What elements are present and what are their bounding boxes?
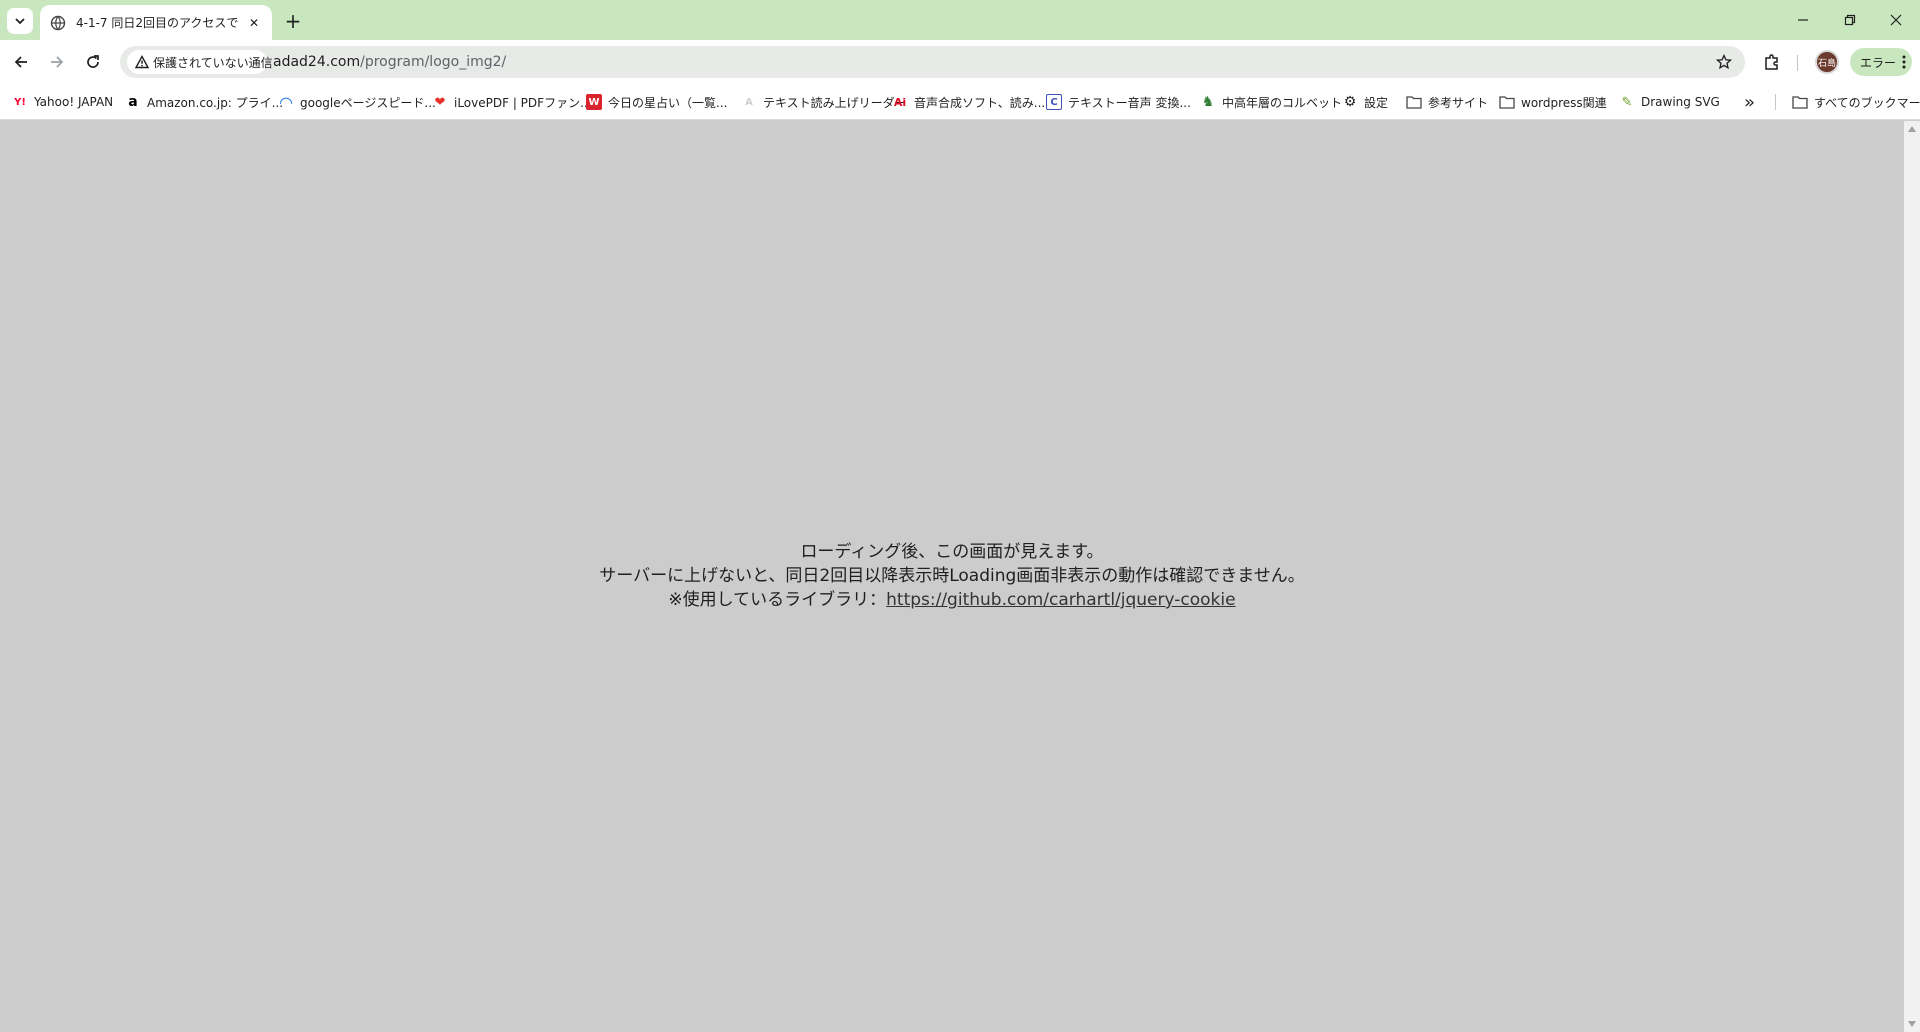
folder-icon bbox=[1792, 94, 1808, 110]
puzzle-icon bbox=[1765, 54, 1778, 70]
extensions-button[interactable] bbox=[1758, 48, 1786, 76]
close-icon bbox=[1890, 14, 1902, 26]
bookmark-label: 中高年層のコルベット bbox=[1222, 95, 1343, 110]
close-icon: ✕ bbox=[248, 16, 260, 30]
gear-icon: ⚙ bbox=[1343, 94, 1357, 110]
folder-icon bbox=[1499, 94, 1515, 110]
bookmark-star-button[interactable] bbox=[1712, 50, 1736, 74]
corvette-icon: ♞ bbox=[1201, 94, 1215, 110]
library-link[interactable]: https://github.com/carhartl/jquery-cooki… bbox=[886, 590, 1235, 610]
bookmark-item[interactable]: ✎ Drawing SVG bbox=[1619, 91, 1720, 113]
warning-icon bbox=[135, 55, 149, 69]
more-vert-icon bbox=[1902, 55, 1906, 69]
tab-title: 4-1-7 同日2回目のアクセスでローディング画面非表示 bbox=[76, 16, 240, 30]
folder-icon bbox=[1406, 94, 1422, 110]
security-label: 保護されていない通信 bbox=[153, 55, 273, 70]
all-bookmarks-button[interactable]: すべてのブックマーク bbox=[1792, 91, 1920, 113]
bookmark-item[interactable]: A テキスト読み上げリーダー bbox=[741, 91, 907, 113]
bookmark-label: 参考サイト bbox=[1428, 95, 1489, 110]
restore-button[interactable] bbox=[1833, 6, 1867, 34]
bookmarks-divider bbox=[1775, 94, 1776, 110]
bookmark-item[interactable]: Y! Yahoo! JAPAN bbox=[12, 91, 113, 113]
toolbar-divider bbox=[1797, 55, 1798, 71]
security-chip[interactable]: 保護されていない通信 bbox=[127, 50, 273, 74]
bookmark-label: iLovePDF | PDFファン... bbox=[454, 95, 592, 110]
tab-search-button[interactable] bbox=[7, 8, 33, 34]
triangle-up-icon bbox=[1908, 126, 1916, 132]
bookmark-folder[interactable]: wordpress関連 bbox=[1499, 91, 1607, 113]
forward-button[interactable] bbox=[42, 47, 72, 77]
bookmarks-overflow-button[interactable]: » bbox=[1744, 91, 1755, 113]
profile-avatar[interactable]: 石島 bbox=[1815, 50, 1839, 74]
bookmark-label: Drawing SVG bbox=[1641, 95, 1720, 109]
bookmark-label: 音声合成ソフト、読み... bbox=[914, 95, 1046, 110]
bookmark-item[interactable]: a Amazon.co.jp: プライ... bbox=[125, 91, 283, 113]
restore-icon bbox=[1844, 14, 1856, 26]
active-tab[interactable]: 4-1-7 同日2回目のアクセスでローディング画面非表示 ✕ bbox=[40, 5, 272, 40]
plus-icon: + bbox=[284, 9, 302, 33]
back-button[interactable] bbox=[6, 47, 36, 77]
bookmark-label: 今日の星占い（一覧... bbox=[608, 95, 728, 110]
reader-icon: A bbox=[745, 96, 753, 108]
library-label: ※使用しているライブラリ： bbox=[668, 590, 887, 610]
arrow-right-icon bbox=[51, 56, 64, 68]
url-path: /program/logo_img2/ bbox=[360, 54, 507, 70]
all-bookmarks-label: すべてのブックマーク bbox=[1814, 95, 1920, 110]
tts-icon: C bbox=[1046, 94, 1062, 110]
message-line-2: サーバーに上げないと、同日2回目以降表示時Loading画面非表示の動作は確認で… bbox=[599, 566, 1305, 586]
bookmark-label: googleページスピード... bbox=[300, 95, 436, 110]
reload-button[interactable] bbox=[78, 47, 108, 77]
message-block: ローディング後、この画面が見えます。 サーバーに上げないと、同日2回目以降表示時… bbox=[0, 540, 1904, 612]
yahoo-icon: Y! bbox=[14, 96, 26, 108]
bookmarks-bar: Y! Yahoo! JAPAN a Amazon.co.jp: プライ... ◠… bbox=[0, 84, 1920, 120]
bookmark-item[interactable]: Ai 音声合成ソフト、読み... bbox=[892, 91, 1045, 113]
double-chevron-right-icon: » bbox=[1744, 91, 1756, 113]
tab-strip: 4-1-7 同日2回目のアクセスでローディング画面非表示 ✕ + bbox=[0, 0, 1920, 40]
voice-synth-icon: Ai bbox=[893, 95, 907, 109]
bookmark-label: 設定 bbox=[1364, 95, 1389, 110]
bookmark-item[interactable]: ⚙ 設定 bbox=[1342, 91, 1388, 113]
error-menu-button[interactable]: エラー bbox=[1850, 48, 1912, 76]
bookmark-item[interactable]: ♞ 中高年層のコルベット bbox=[1200, 91, 1342, 113]
scroll-up-button[interactable] bbox=[1908, 125, 1916, 133]
close-window-button[interactable] bbox=[1879, 6, 1913, 34]
bookmark-item[interactable]: W 今日の星占い（一覧... bbox=[586, 91, 727, 113]
bookmark-label: wordpress関連 bbox=[1521, 95, 1607, 110]
url-host: adad24.com bbox=[273, 54, 361, 70]
address-bar[interactable]: 保護されていない通信 adad24.com/program/logo_img2/ bbox=[120, 46, 1745, 78]
pagespeed-icon: ◠ bbox=[279, 92, 293, 112]
star-icon bbox=[1716, 54, 1732, 70]
minimize-icon bbox=[1798, 19, 1808, 21]
message-line-1: ローディング後、この画面が見えます。 bbox=[800, 542, 1104, 562]
bookmark-item[interactable]: C テキストー音声 変換... bbox=[1046, 91, 1191, 113]
chevron-down-icon bbox=[15, 18, 25, 25]
message-line-3: ※使用しているライブラリ：https://github.com/carhartl… bbox=[0, 588, 1904, 612]
horoscope-icon: W bbox=[586, 94, 602, 110]
bookmark-folder[interactable]: 参考サイト bbox=[1406, 91, 1488, 113]
globe-icon bbox=[50, 15, 66, 31]
bookmark-item[interactable]: ❤ iLovePDF | PDFファン... bbox=[432, 91, 592, 113]
ilovepdf-icon: ❤ bbox=[434, 94, 446, 110]
reload-icon bbox=[87, 55, 99, 68]
browser-window: 4-1-7 同日2回目のアクセスでローディング画面非表示 ✕ + bbox=[0, 0, 1920, 1032]
tab-close-button[interactable]: ✕ bbox=[244, 13, 264, 33]
minimize-button[interactable] bbox=[1786, 6, 1820, 34]
new-tab-button[interactable]: + bbox=[280, 8, 306, 34]
bookmark-label: Amazon.co.jp: プライ... bbox=[147, 95, 284, 110]
arrow-left-icon bbox=[14, 56, 27, 68]
amazon-icon: a bbox=[128, 94, 138, 110]
bookmark-label: Yahoo! JAPAN bbox=[34, 95, 114, 109]
scroll-down-button[interactable] bbox=[1908, 1020, 1916, 1028]
url-text[interactable]: adad24.com/program/logo_img2/ bbox=[273, 54, 506, 70]
bookmark-label: テキストー音声 変換... bbox=[1068, 95, 1191, 110]
drawing-svg-icon: ✎ bbox=[1621, 94, 1633, 110]
page-content: ローディング後、この画面が見えます。 サーバーに上げないと、同日2回目以降表示時… bbox=[0, 121, 1904, 1032]
error-label: エラー bbox=[1860, 55, 1897, 70]
bookmark-item[interactable]: ◠ googleページスピード... bbox=[278, 91, 436, 113]
bookmark-label: テキスト読み上げリーダー bbox=[763, 95, 907, 110]
triangle-down-icon bbox=[1908, 1021, 1916, 1027]
browser-toolbar: 保護されていない通信 adad24.com/program/logo_img2/… bbox=[0, 40, 1920, 84]
vertical-scrollbar[interactable] bbox=[1904, 121, 1920, 1032]
